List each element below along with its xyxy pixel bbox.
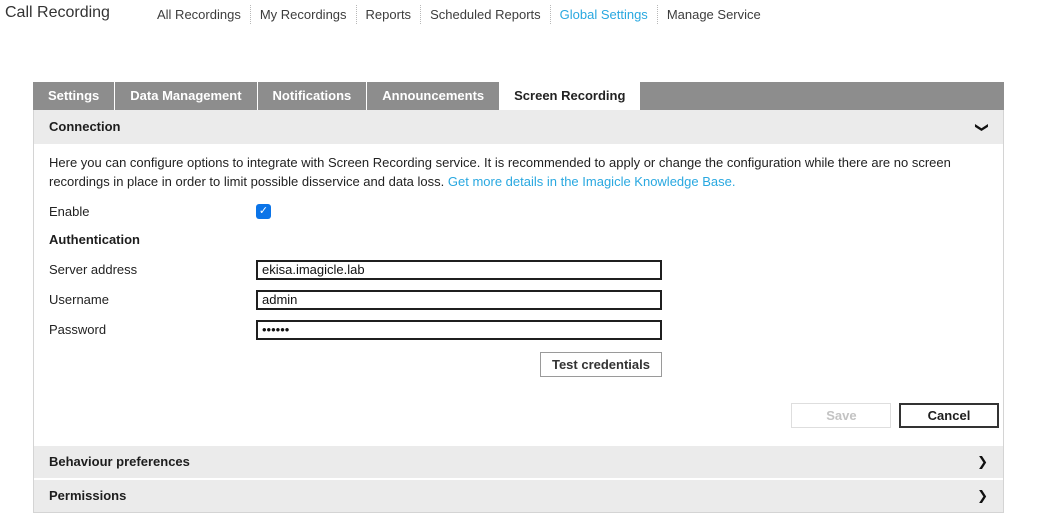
username-field[interactable] (256, 290, 662, 310)
connection-content: Here you can configure options to integr… (34, 144, 1003, 444)
enable-label: Enable (49, 204, 256, 219)
enable-row: Enable ✓ (49, 204, 988, 219)
password-row: Password (49, 320, 988, 340)
nav-item-scheduled-reports[interactable]: Scheduled Reports (420, 5, 550, 24)
test-credentials-button[interactable]: Test credentials (540, 352, 662, 377)
tab-data-management[interactable]: Data Management (114, 82, 256, 110)
section-header-connection[interactable]: Connection ❯ (34, 110, 1003, 144)
test-credentials-row: Test credentials (49, 352, 662, 377)
enable-checkbox[interactable]: ✓ (256, 204, 271, 219)
save-button[interactable]: Save (791, 403, 891, 428)
tab-bar: Settings Data Management Notifications A… (33, 82, 1004, 110)
section-header-behaviour-preferences[interactable]: Behaviour preferences ❯ (34, 444, 1003, 478)
panel-body: Connection ❯ Here you can configure opti… (33, 110, 1004, 513)
password-label: Password (49, 322, 256, 337)
username-label: Username (49, 292, 256, 307)
nav-item-all-recordings[interactable]: All Recordings (148, 5, 250, 24)
nav-item-my-recordings[interactable]: My Recordings (250, 5, 356, 24)
tab-screen-recording[interactable]: Screen Recording (499, 82, 640, 110)
page-title: Call Recording (5, 4, 148, 22)
knowledge-base-link[interactable]: Get more details in the Imagicle Knowled… (448, 174, 736, 189)
username-row: Username (49, 290, 988, 310)
section-title: Permissions (49, 479, 126, 513)
settings-panel: Settings Data Management Notifications A… (33, 82, 1004, 513)
authentication-heading: Authentication (49, 232, 988, 247)
connection-description: Here you can configure options to integr… (49, 154, 988, 192)
section-title: Behaviour preferences (49, 445, 190, 479)
section-header-permissions[interactable]: Permissions ❯ (34, 478, 1003, 512)
checkmark-icon: ✓ (259, 206, 268, 217)
chevron-right-icon[interactable]: ❯ (977, 455, 988, 468)
nav-item-reports[interactable]: Reports (356, 5, 421, 24)
server-address-label: Server address (49, 262, 256, 277)
chevron-right-icon[interactable]: ❯ (977, 489, 988, 502)
tab-announcements[interactable]: Announcements (366, 82, 499, 110)
actions-row: Save Cancel (49, 403, 999, 428)
nav-item-manage-service[interactable]: Manage Service (657, 5, 770, 24)
tab-notifications[interactable]: Notifications (257, 82, 367, 110)
tab-settings[interactable]: Settings (33, 82, 114, 110)
nav-item-global-settings[interactable]: Global Settings (550, 5, 657, 24)
cancel-button[interactable]: Cancel (899, 403, 999, 428)
top-header: Call Recording All Recordings My Recordi… (0, 0, 1037, 26)
password-field[interactable] (256, 320, 662, 340)
server-address-row: Server address (49, 260, 988, 280)
chevron-down-icon[interactable]: ❯ (976, 122, 989, 133)
server-address-field[interactable] (256, 260, 662, 280)
section-title: Connection (49, 110, 121, 144)
top-nav: All Recordings My Recordings Reports Sch… (148, 5, 770, 24)
